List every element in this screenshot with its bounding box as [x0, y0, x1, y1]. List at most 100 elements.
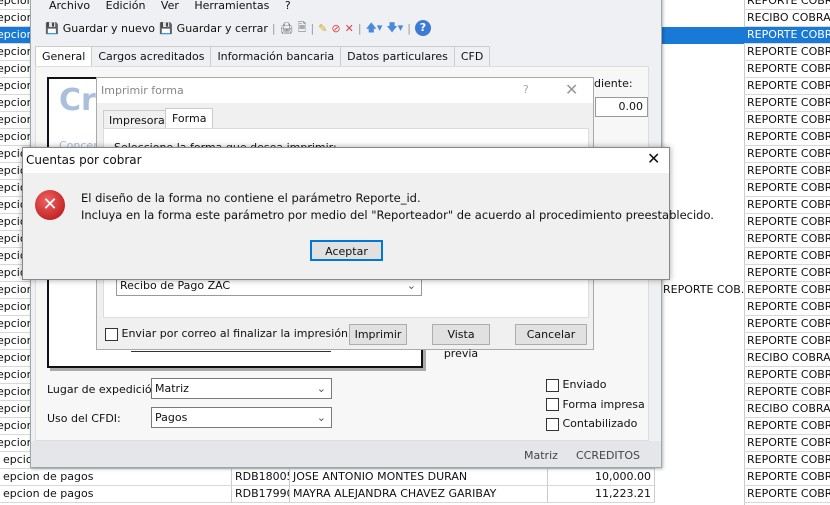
grid-cell[interactable]: REPORTE COBRA [744, 333, 830, 350]
pending-amount: 0.00 [595, 97, 648, 117]
menu-edicion[interactable]: Edición [106, 0, 146, 12]
help-icon[interactable]: ? [414, 20, 431, 36]
print-dialog-titlebar: Imprimir forma ? ✕ [97, 78, 593, 103]
grid-cell[interactable]: REPORTE COBRA [744, 265, 830, 282]
grid-cell[interactable]: epcion [0, 435, 30, 452]
toolbar: 💾 Guardar y nuevo 💾 Guardar y cerrar | 🖨… [45, 16, 431, 40]
grid-cell[interactable]: REPORTE COBRA [744, 435, 830, 452]
grid-cell[interactable]: epcion [0, 282, 30, 299]
grid-cell[interactable]: REPORTE COBRA [744, 112, 830, 129]
grid-cell[interactable]: epcion [0, 27, 30, 44]
grid-cell[interactable]: REPORTE COBRA [744, 0, 830, 10]
enviado-checkbox[interactable]: Enviado [546, 375, 645, 395]
print-icon[interactable]: 🖨 [280, 22, 294, 35]
grid-cell[interactable]: epcion [0, 367, 30, 384]
edit-icon[interactable]: ✎ [318, 22, 327, 35]
close-icon[interactable]: ✕ [565, 80, 578, 99]
tab-forma[interactable]: Forma [165, 108, 214, 128]
accept-button[interactable]: Aceptar [310, 240, 383, 261]
pending-label: diente: [594, 77, 633, 90]
grid-cell[interactable]: REPORTE COBRA [744, 469, 830, 486]
grid-cell[interactable]: REPORTE COBRA [744, 248, 830, 265]
grid-cell[interactable]: RECIBO COBRAN [744, 350, 830, 367]
up-arrow-icon[interactable]: 🡅▾ [366, 19, 383, 38]
signature-line [131, 351, 331, 352]
grid-cell[interactable]: REPORTE COBRA [744, 316, 830, 333]
grid-cell[interactable]: epcion [0, 129, 30, 146]
grid-cell[interactable]: epcion [0, 418, 30, 435]
tab-general[interactable]: General [35, 46, 93, 67]
chevron-down-icon: ⌄ [316, 411, 326, 424]
grid-cell[interactable]: epcion [0, 0, 30, 10]
grid-cell[interactable]: REPORTE COBRA [744, 180, 830, 197]
help-button[interactable]: ? [523, 83, 529, 96]
grid-cell[interactable]: REPORTE COBRA [744, 27, 830, 44]
tab-bancaria[interactable]: Información bancaria [211, 46, 342, 67]
delete-icon[interactable]: ✕ [345, 22, 354, 35]
grid-cell[interactable]: REPORTE COBRA [744, 95, 830, 112]
save-new-button[interactable]: Guardar y nuevo [63, 22, 155, 35]
error-icon: ✕ [35, 190, 65, 220]
status-user: CCREDITOS [576, 449, 641, 462]
grid-cell[interactable]: REPORTE COBRA [744, 197, 830, 214]
table-row[interactable]: epcion de pagos RDB17990 MAYRA ALEJANDRA C… [0, 486, 744, 503]
status-branch: Matriz [524, 449, 558, 462]
table-row[interactable]: epcion de pagos RDB18005 JOSE ANTONIO MONT… [0, 469, 744, 486]
grid-cell: REPORTE COB... [663, 283, 744, 296]
grid-cell[interactable]: REPORTE COBRA [744, 299, 830, 316]
forma-impresa-checkbox[interactable]: Forma impresa [546, 395, 645, 415]
grid-cell[interactable]: epcion [0, 299, 30, 316]
grid-cell[interactable]: REPORTE COBRA [744, 146, 830, 163]
grid-cell[interactable]: epcion [0, 350, 30, 367]
grid-cell[interactable]: REPORTE COBRA [744, 452, 830, 469]
menu-herramientas[interactable]: Herramientas [194, 0, 269, 12]
print-preview-icon[interactable]: 🗎 [298, 19, 307, 38]
grid-cell[interactable]: REPORTE COBRA [744, 418, 830, 435]
grid-cell[interactable]: epcion [0, 401, 30, 418]
tab-particulares[interactable]: Datos particulares [341, 46, 455, 67]
grid-cell[interactable]: REPORTE COBRA [744, 61, 830, 78]
cancel-button[interactable]: Cancelar [515, 324, 587, 345]
grid-cell[interactable]: REPORTE COBRA [744, 163, 830, 180]
tab-cfd[interactable]: CFD [454, 46, 491, 67]
menu-help[interactable]: ? [285, 0, 291, 12]
grid-cell[interactable]: REPORTE COBRA [744, 384, 830, 401]
grid-cell[interactable]: epcion [0, 316, 30, 333]
error-message: El diseño de la forma no contiene el par… [81, 190, 714, 224]
cell-importe: 11,223.21 [548, 486, 655, 503]
grid-cell[interactable]: epcion [0, 95, 30, 112]
uso-cfdi-select[interactable]: Pagos ⌄ [151, 407, 332, 428]
close-icon[interactable]: ✕ [647, 149, 660, 168]
grid-cell[interactable]: REPORTE COBRA [744, 129, 830, 146]
grid-cell[interactable]: epcion [0, 44, 30, 61]
grid-cell[interactable]: REPORTE COBRA [744, 282, 830, 299]
print-button[interactable]: Imprimir [349, 324, 407, 345]
contabilizado-checkbox[interactable]: Contabilizado [546, 414, 645, 434]
cancel-icon[interactable]: ⊘ [331, 22, 340, 35]
down-arrow-icon[interactable]: 🡇▾ [386, 19, 403, 38]
grid-cell[interactable]: REPORTE COBRA [744, 486, 830, 503]
tab-cargos[interactable]: Cargos acreditados [92, 46, 212, 67]
grid-cell[interactable]: epcion [0, 384, 30, 401]
preview-button[interactable]: Vista previa [432, 324, 490, 360]
grid-cell[interactable]: REPORTE COBRA [744, 367, 830, 384]
grid-cell[interactable]: REPORTE COBRA [744, 231, 830, 248]
lugar-select[interactable]: Matriz ⌄ [151, 378, 332, 399]
grid-cell[interactable]: epcion [0, 10, 30, 27]
grid-cell[interactable]: epcion [0, 333, 30, 350]
grid-cell[interactable]: RECIBO COBRAN [744, 10, 830, 27]
grid-cell[interactable]: epcion [0, 78, 30, 95]
save-close-button[interactable]: Guardar y cerrar [177, 22, 268, 35]
menu-ver[interactable]: Ver [161, 0, 179, 12]
grid-cell[interactable]: epcion [0, 61, 30, 78]
cell-folio: RDB17990 [232, 486, 290, 503]
menu-archivo[interactable]: Archivo [49, 0, 90, 12]
grid-cell[interactable]: REPORTE COBRA [744, 44, 830, 61]
chevron-down-icon: ⌄ [316, 382, 326, 395]
cell-cliente: JOSE ANTONIO MONTES DURAN [290, 469, 548, 486]
grid-cell[interactable]: REPORTE COBRA [744, 78, 830, 95]
grid-cell[interactable]: epcion [0, 112, 30, 129]
grid-cell[interactable]: REPORTE COBRA [744, 214, 830, 231]
email-checkbox[interactable]: Enviar por correo al finalizar la impres… [105, 327, 348, 341]
grid-cell[interactable]: RECIBO COBRAN [744, 401, 830, 418]
